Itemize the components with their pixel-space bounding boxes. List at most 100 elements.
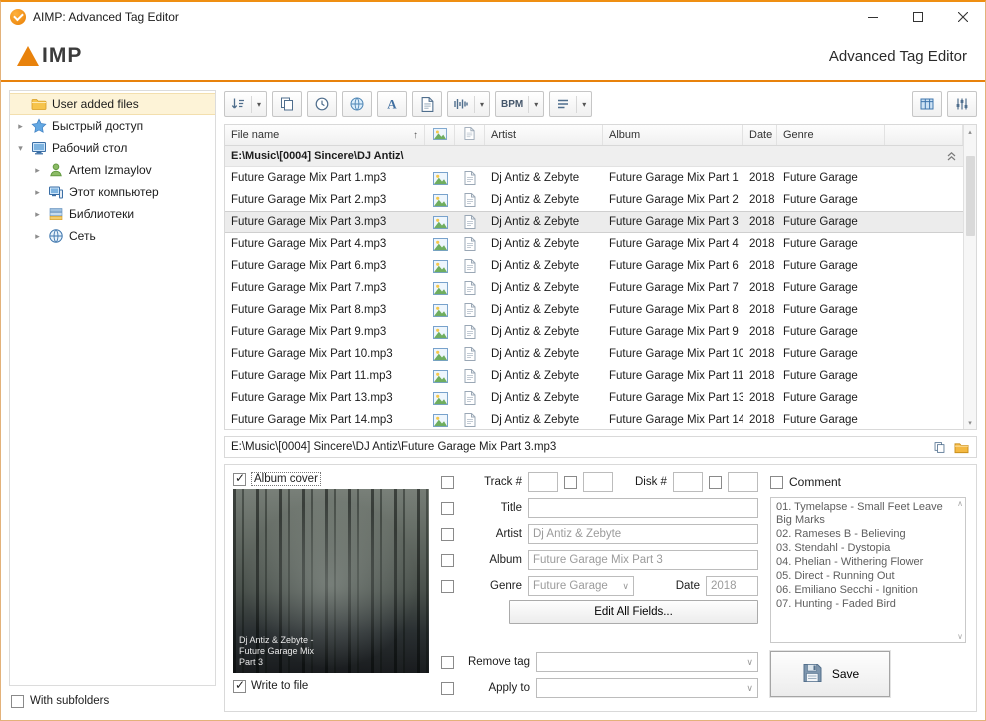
artist-checkbox[interactable] <box>441 528 454 541</box>
album-cover-image[interactable]: Dj Antiz & Zebyte - Future Garage Mix Pa… <box>233 489 429 673</box>
column-header-filename[interactable]: File name ↑ <box>225 125 425 145</box>
lyrics-tag-icon <box>455 413 485 427</box>
online-lookup-button[interactable] <box>342 91 372 117</box>
sidebar-item-label: Быстрый доступ <box>52 119 143 133</box>
sidebar-item-network[interactable]: ▸Сеть <box>10 225 215 247</box>
scrollbar-thumb[interactable] <box>966 156 975 236</box>
edit-all-fields-button[interactable]: Edit All Fields... <box>509 600 758 624</box>
table-row[interactable]: Future Garage Mix Part 11.mp3Dj Antiz & … <box>225 365 963 387</box>
track-total-checkbox[interactable] <box>564 476 577 489</box>
tracklist-item[interactable]: 07. Hunting - Faded Bird <box>776 598 953 611</box>
open-folder-button[interactable] <box>952 438 970 456</box>
group-header[interactable]: E:\Music\[0004] Sincere\DJ Antiz\ <box>225 146 963 167</box>
sidebar-item-desktop[interactable]: ▾Рабочий стол <box>10 137 215 159</box>
table-row[interactable]: Future Garage Mix Part 2.mp3Dj Antiz & Z… <box>225 189 963 211</box>
sidebar-item-artem-izmaylov[interactable]: ▸Artem Izmaylov <box>10 159 215 181</box>
bpm-button[interactable]: BPM ▾ <box>495 91 544 117</box>
table-row[interactable]: Future Garage Mix Part 1.mp3Dj Antiz & Z… <box>225 167 963 189</box>
letter-case-button[interactable]: A <box>377 91 407 117</box>
column-header-cover[interactable] <box>425 125 455 145</box>
cell-genre: Future Garage <box>777 392 885 404</box>
collapse-group-icon[interactable] <box>946 151 957 162</box>
apply-to-select[interactable]: ∨ <box>536 678 758 698</box>
cell-filename: Future Garage Mix Part 1.mp3 <box>225 172 425 184</box>
album-input[interactable] <box>528 550 758 570</box>
table-row[interactable]: Future Garage Mix Part 10.mp3Dj Antiz & … <box>225 343 963 365</box>
track-number-input[interactable] <box>528 472 558 492</box>
genre-checkbox[interactable] <box>441 580 454 593</box>
table-row[interactable]: Future Garage Mix Part 8.mp3Dj Antiz & Z… <box>225 299 963 321</box>
column-header-lyrics[interactable] <box>455 125 485 145</box>
waveform-button[interactable]: ▾ <box>447 91 490 117</box>
scroll-up-icon[interactable]: ▴ <box>964 125 976 138</box>
table-row[interactable]: Future Garage Mix Part 4.mp3Dj Antiz & Z… <box>225 233 963 255</box>
comment-checkbox[interactable] <box>770 476 783 489</box>
tracklist-item[interactable]: 01. Tymelapse - Small Feet Leave Big Mar… <box>776 501 953 526</box>
table-row[interactable]: Future Garage Mix Part 9.mp3Dj Antiz & Z… <box>225 321 963 343</box>
table-row[interactable]: Future Garage Mix Part 6.mp3Dj Antiz & Z… <box>225 255 963 277</box>
cell-genre: Future Garage <box>777 370 885 382</box>
scheme-button[interactable]: ▾ <box>549 91 592 117</box>
tracklist-item[interactable]: 03. Stendahl - Dystopia <box>776 542 953 555</box>
copy-tags-button[interactable] <box>272 91 302 117</box>
scroll-down-icon[interactable]: ▾ <box>964 416 976 429</box>
cell-date: 2018 <box>743 238 777 250</box>
scroll-up-icon[interactable]: ∧ <box>957 499 963 508</box>
expand-arrow-icon[interactable]: ▸ <box>31 231 44 242</box>
scroll-down-icon[interactable]: ∨ <box>957 632 963 641</box>
expand-arrow-icon[interactable]: ▸ <box>31 187 44 198</box>
date-input[interactable] <box>706 576 758 596</box>
album-checkbox[interactable] <box>441 554 454 567</box>
maximize-button[interactable] <box>895 2 940 32</box>
track-checkbox[interactable] <box>441 476 454 489</box>
table-row[interactable]: Future Garage Mix Part 3.mp3Dj Antiz & Z… <box>225 211 963 233</box>
table-row[interactable]: Future Garage Mix Part 7.mp3Dj Antiz & Z… <box>225 277 963 299</box>
time-button[interactable] <box>307 91 337 117</box>
column-header-date[interactable]: Date <box>743 125 777 145</box>
title-input[interactable] <box>528 498 758 518</box>
filter-button[interactable] <box>947 91 977 117</box>
write-to-file-checkbox[interactable] <box>233 680 246 693</box>
remove-tag-checkbox[interactable] <box>441 656 454 669</box>
expand-arrow-icon[interactable]: ▸ <box>31 209 44 220</box>
column-header-genre[interactable]: Genre <box>777 125 885 145</box>
disk-total-checkbox[interactable] <box>709 476 722 489</box>
table-row[interactable]: Future Garage Mix Part 13.mp3Dj Antiz & … <box>225 387 963 409</box>
expand-arrow-icon[interactable]: ▸ <box>14 121 27 132</box>
with-subfolders-checkbox[interactable] <box>11 695 24 708</box>
cell-genre: Future Garage <box>777 326 885 338</box>
disk-number-input[interactable] <box>673 472 703 492</box>
window-title: AIMP: Advanced Tag Editor <box>33 10 179 24</box>
disk-total-input[interactable] <box>728 472 758 492</box>
close-button[interactable] <box>940 2 985 32</box>
expand-arrow-icon[interactable]: ▸ <box>31 165 44 176</box>
lyrics-button[interactable] <box>412 91 442 117</box>
artist-input[interactable] <box>528 524 758 544</box>
track-total-input[interactable] <box>583 472 613 492</box>
sort-button[interactable]: ▾ <box>224 91 267 117</box>
album-cover-checkbox[interactable] <box>233 473 246 486</box>
genre-select[interactable]: Future Garage ∨ <box>528 576 634 596</box>
sidebar-item-this-computer[interactable]: ▸Этот компьютер <box>10 181 215 203</box>
save-button[interactable]: Save <box>770 651 890 697</box>
tracklist[interactable]: ∧ 01. Tymelapse - Small Feet Leave Big M… <box>770 497 966 643</box>
sidebar-item-libraries[interactable]: ▸Библиотеки <box>10 203 215 225</box>
column-header-album[interactable]: Album <box>603 125 743 145</box>
copy-path-button[interactable] <box>930 438 948 456</box>
tracklist-item[interactable]: 02. Rameses B - Believing <box>776 528 953 541</box>
sidebar-item-user-added-files[interactable]: User added files <box>10 93 215 115</box>
tracklist-item[interactable]: 05. Direct - Running Out <box>776 570 953 583</box>
title-checkbox[interactable] <box>441 502 454 515</box>
remove-tag-select[interactable]: ∨ <box>536 652 758 672</box>
cell-album: Future Garage Mix Part 8 <box>603 304 743 316</box>
table-scrollbar[interactable]: ▴ ▾ <box>963 125 976 429</box>
column-header-artist[interactable]: Artist <box>485 125 603 145</box>
expand-arrow-icon[interactable]: ▾ <box>14 143 27 154</box>
tracklist-item[interactable]: 04. Phelian - Withering Flower <box>776 556 953 569</box>
sidebar-item-quick-access[interactable]: ▸ Быстрый доступ <box>10 115 215 137</box>
tracklist-item[interactable]: 06. Emiliano Secchi - Ignition <box>776 584 953 597</box>
table-row[interactable]: Future Garage Mix Part 14.mp3Dj Antiz & … <box>225 409 963 429</box>
columns-button[interactable] <box>912 91 942 117</box>
minimize-button[interactable] <box>850 2 895 32</box>
apply-to-checkbox[interactable] <box>441 682 454 695</box>
